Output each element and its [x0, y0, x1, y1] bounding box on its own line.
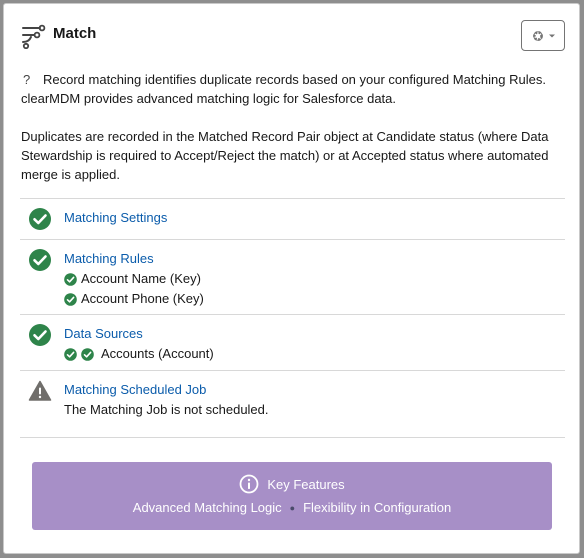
list-item-matching-rules: Matching Rules Account Name (Key) Accoun…	[20, 239, 565, 314]
info-icon	[239, 474, 259, 494]
description-paragraph-2: Duplicates are recorded in the Matched R…	[21, 129, 549, 182]
list-item-matching-settings: Matching Settings	[20, 198, 565, 239]
match-card: Match ? Record matching identifies duplic…	[3, 3, 580, 554]
gear-icon	[532, 30, 543, 41]
card-header: Match	[4, 4, 579, 66]
list-item-matching-scheduled-job: Matching Scheduled Job The Matching Job …	[20, 370, 565, 438]
check-icon	[64, 347, 77, 361]
list-item-data-sources: Data Sources Accounts (Account)	[20, 314, 565, 370]
banner-title: Key Features	[267, 476, 345, 492]
key-features-banner[interactable]: Key Features Advanced Matching Logic ● F…	[32, 462, 552, 530]
success-check-icon	[29, 208, 51, 230]
flow-icon	[22, 24, 46, 49]
separator-dot: ●	[289, 502, 296, 513]
warning-icon	[28, 380, 52, 401]
feature-label: Advanced Matching Logic	[132, 500, 282, 515]
chevron-down-icon	[548, 34, 555, 37]
data-source-label: Accounts (Account)	[101, 346, 214, 361]
check-icon	[64, 272, 77, 286]
settings-menu-button[interactable]	[521, 20, 565, 51]
status-list: Matching Settings Matching Rules Account…	[20, 198, 565, 438]
data-sources-link[interactable]: Data Sources	[64, 325, 143, 343]
matching-scheduled-job-link[interactable]: Matching Scheduled Job	[64, 381, 206, 399]
check-icon	[64, 292, 77, 306]
help-icon: ?	[23, 72, 31, 87]
check-icon	[81, 347, 94, 361]
rule-label: Account Phone (Key)	[81, 291, 204, 306]
success-check-icon	[29, 249, 51, 271]
description: ? Record matching identifies duplicate re…	[21, 70, 566, 184]
rule-label: Account Name (Key)	[81, 271, 201, 286]
rule-item: Account Phone (Key)	[64, 290, 565, 308]
matching-rules-link[interactable]: Matching Rules	[64, 250, 154, 268]
success-check-icon	[29, 324, 51, 346]
scheduled-job-note: The Matching Job is not scheduled.	[64, 402, 269, 417]
data-source-item: Accounts (Account)	[64, 345, 565, 363]
feature-label: Flexibility in Configuration	[303, 500, 452, 515]
matching-settings-link[interactable]: Matching Settings	[64, 209, 167, 227]
card-title: Match	[53, 25, 97, 42]
description-paragraph-1: ? Record matching identifies duplicate re…	[21, 72, 546, 106]
rule-item: Account Name (Key)	[64, 270, 565, 288]
